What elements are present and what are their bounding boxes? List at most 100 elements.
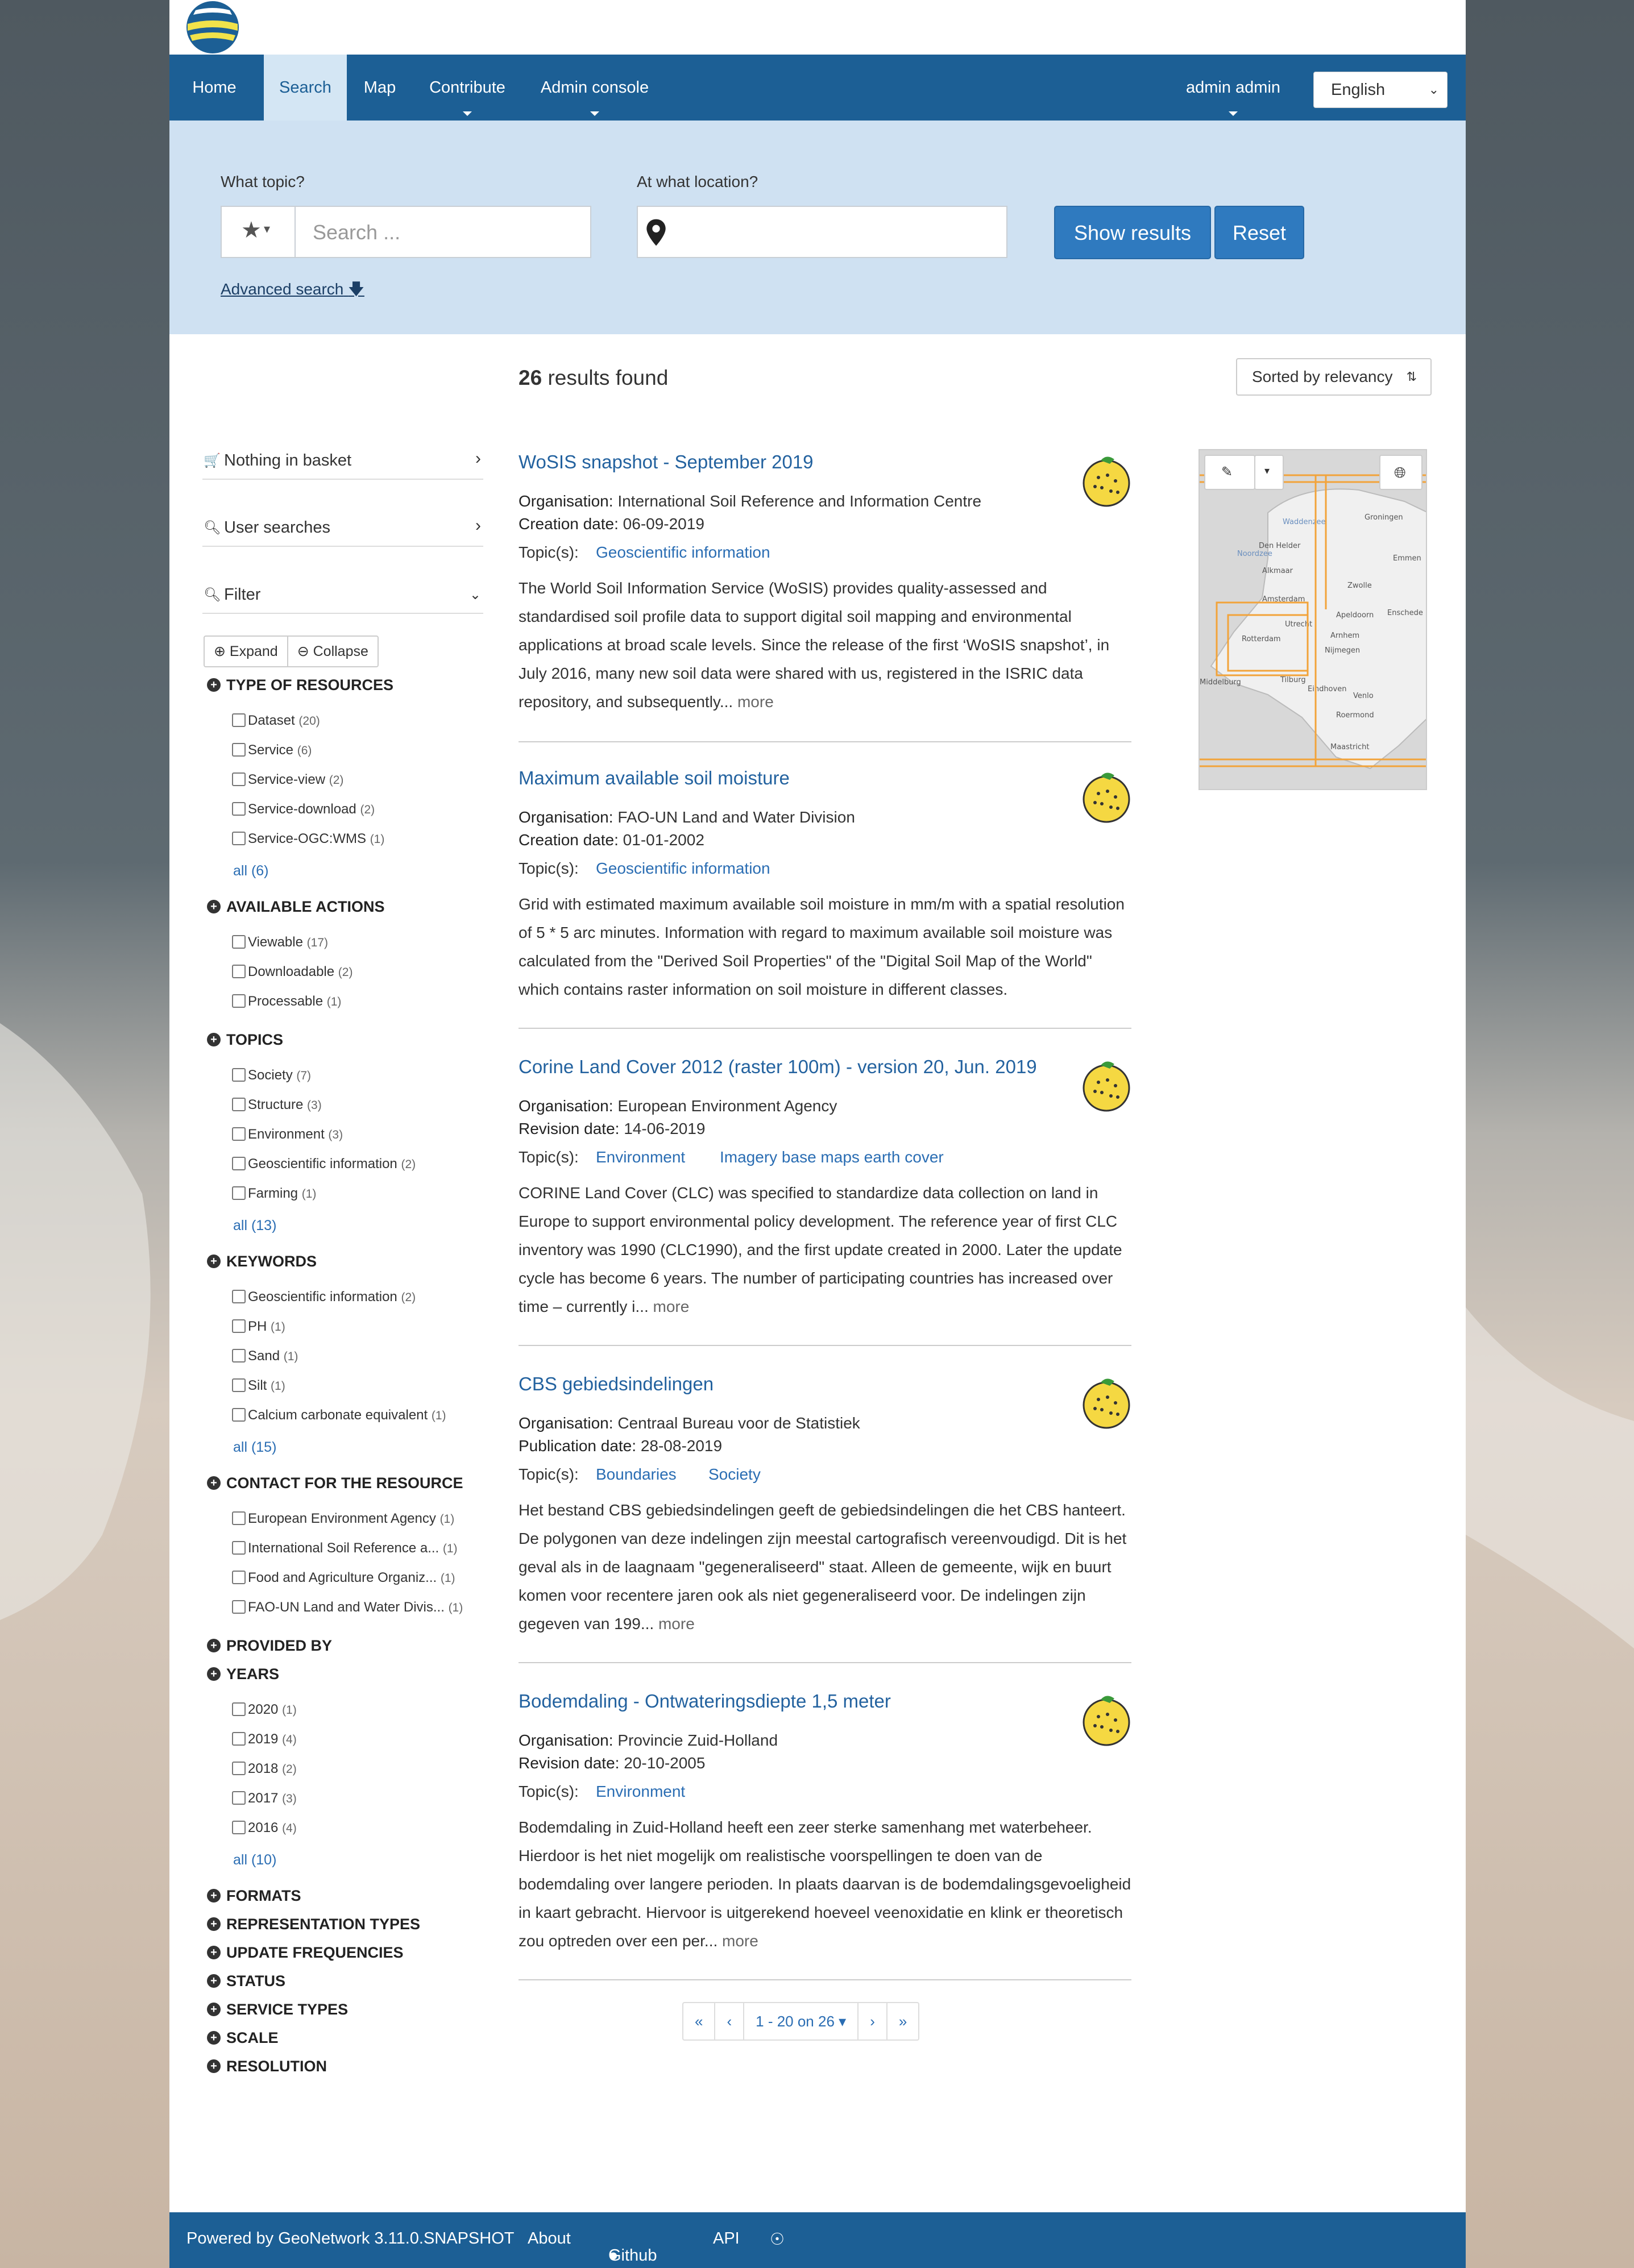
facet-item[interactable]: Geoscientific information (2) — [232, 1156, 416, 1172]
result-title[interactable]: Corine Land Cover 2012 (raster 100m) - v… — [519, 1056, 1037, 1078]
facet-type-all-link[interactable]: all (6) — [233, 863, 269, 879]
facet-item[interactable]: Downloadable (2) — [232, 964, 352, 980]
checkbox[interactable] — [232, 1407, 246, 1422]
facet-keywords-header[interactable]: + KEYWORDS — [207, 1253, 317, 1270]
facet-item[interactable]: Viewable (17) — [232, 934, 328, 950]
facet-actions-header[interactable]: + AVAILABLE ACTIONS — [207, 898, 385, 916]
nav-contribute[interactable]: Contribute — [429, 55, 506, 121]
checkbox[interactable] — [232, 1791, 246, 1805]
draw-options-button[interactable]: ▾ — [1254, 455, 1284, 490]
facet-resolution-header[interactable]: + RESOLUTION — [207, 2058, 327, 2075]
nav-admin-console[interactable]: Admin console — [540, 55, 649, 121]
favorites-dropdown[interactable]: ★ ▾ — [221, 206, 296, 258]
facet-item[interactable]: Processable (1) — [232, 994, 341, 1010]
result-title[interactable]: Maximum available soil moisture — [519, 767, 790, 789]
checkbox[interactable] — [232, 713, 246, 727]
facet-formats-header[interactable]: + FORMATS — [207, 1887, 301, 1905]
facet-item[interactable]: Service-view (2) — [232, 772, 343, 788]
map-preview[interactable]: Waddenzee Groningen Den Helder Noordzee … — [1198, 449, 1427, 790]
facet-item[interactable]: European Environment Agency (1) — [232, 1511, 454, 1527]
facet-keywords-all-link[interactable]: all (15) — [233, 1439, 276, 1456]
facet-provided-by-header[interactable]: + PROVIDED BY — [207, 1637, 332, 1655]
facet-item[interactable]: 2016 (4) — [232, 1820, 297, 1836]
facet-years-header[interactable]: + YEARS — [207, 1665, 279, 1683]
checkbox[interactable] — [232, 994, 246, 1008]
checkbox[interactable] — [232, 1511, 246, 1525]
facet-service-types-header[interactable]: + SERVICE TYPES — [207, 2001, 348, 2018]
facet-item[interactable]: International Soil Reference a... (1) — [232, 1540, 458, 1556]
checkbox[interactable] — [232, 772, 246, 786]
rss-icon[interactable]: ☉ — [770, 2229, 785, 2249]
checkbox[interactable] — [232, 1097, 246, 1111]
facet-item[interactable]: Service-download (2) — [232, 801, 375, 817]
checkbox[interactable] — [232, 1067, 246, 1082]
pagination-first[interactable]: « — [683, 2003, 714, 2039]
facet-item[interactable]: Dataset (20) — [232, 713, 320, 729]
sort-dropdown[interactable]: Sorted by relevancy ⇅ — [1236, 358, 1432, 396]
result-thumbnail[interactable] — [1081, 1690, 1131, 1747]
facet-representation-types-header[interactable]: + REPRESENTATION TYPES — [207, 1916, 420, 1933]
footer-api-link[interactable]: API — [713, 2229, 740, 2248]
user-searches-row[interactable]: 🔍︎ User searches › — [202, 513, 483, 547]
more-link[interactable]: more — [658, 1615, 695, 1633]
checkbox[interactable] — [232, 1319, 246, 1333]
facet-status-header[interactable]: + STATUS — [207, 1972, 285, 1990]
result-title[interactable]: WoSIS snapshot - September 2019 — [519, 451, 814, 473]
facet-item[interactable]: Society (7) — [232, 1067, 311, 1083]
checkbox[interactable] — [232, 1348, 246, 1363]
collapse-button[interactable]: ⊖ Collapse — [287, 637, 378, 666]
checkbox[interactable] — [232, 742, 246, 757]
facet-item[interactable]: 2019 (4) — [232, 1731, 297, 1747]
filter-row[interactable]: 🔍︎ Filter ⌄ — [202, 580, 483, 614]
topic-link[interactable]: Environment — [596, 1148, 685, 1166]
topic-link[interactable]: Boundaries — [596, 1465, 677, 1484]
pagination-last[interactable]: » — [886, 2003, 918, 2039]
result-title[interactable]: CBS gebiedsindelingen — [519, 1373, 714, 1395]
result-thumbnail[interactable] — [1081, 1056, 1131, 1113]
user-menu[interactable]: admin admin — [1183, 55, 1284, 121]
checkbox[interactable] — [232, 1820, 246, 1834]
result-thumbnail[interactable] — [1081, 767, 1131, 824]
facet-item[interactable]: Silt (1) — [232, 1378, 285, 1394]
facet-item[interactable]: Structure (3) — [232, 1097, 322, 1113]
facet-topics-header[interactable]: + TOPICS — [207, 1031, 283, 1049]
nav-map[interactable]: Map — [363, 55, 397, 121]
topic-link[interactable]: Imagery base maps earth cover — [720, 1148, 944, 1166]
expand-button[interactable]: ⊕ Expand — [205, 637, 287, 666]
checkbox[interactable] — [232, 934, 246, 949]
more-link[interactable]: more — [653, 1298, 690, 1315]
topic-link[interactable]: Geoscientific information — [596, 859, 770, 878]
draw-button[interactable]: ✎ — [1204, 455, 1255, 490]
facet-item[interactable]: Service (6) — [232, 742, 312, 758]
checkbox[interactable] — [232, 1540, 246, 1555]
facet-update-frequencies-header[interactable]: + UPDATE FREQUENCIES — [207, 1944, 404, 1962]
checkbox[interactable] — [232, 1731, 246, 1746]
facet-item[interactable]: Food and Agriculture Organiz... (1) — [232, 1570, 455, 1586]
checkbox[interactable] — [232, 1289, 246, 1303]
advanced-search-link[interactable]: Advanced search 🡇 — [221, 277, 364, 305]
checkbox[interactable] — [232, 964, 246, 978]
pagination-prev[interactable]: ‹ — [714, 2003, 743, 2039]
checkbox[interactable] — [232, 1570, 246, 1584]
nav-home[interactable]: Home — [186, 55, 242, 121]
catalog-logo[interactable] — [184, 0, 241, 53]
facet-type-header[interactable]: + TYPE OF RESOURCES — [207, 676, 393, 694]
facet-years-all-link[interactable]: all (10) — [233, 1852, 276, 1868]
nav-search[interactable]: Search — [264, 55, 347, 121]
location-input[interactable] — [637, 206, 1007, 258]
checkbox[interactable] — [232, 1600, 246, 1614]
topic-link[interactable]: Society — [708, 1465, 761, 1484]
result-thumbnail[interactable] — [1081, 1373, 1131, 1430]
footer-powered-link[interactable]: Powered by GeoNetwork 3.11.0.SNAPSHOT — [186, 2229, 515, 2248]
facet-item[interactable]: Farming (1) — [232, 1186, 316, 1202]
checkbox[interactable] — [232, 801, 246, 816]
facet-item[interactable]: Environment (3) — [232, 1127, 343, 1143]
facet-item[interactable]: 2017 (3) — [232, 1791, 297, 1806]
show-results-button[interactable]: Show results — [1054, 206, 1211, 259]
pagination-next[interactable]: › — [857, 2003, 886, 2039]
facet-contact-header[interactable]: + CONTACT FOR THE RESOURCE — [207, 1474, 463, 1492]
topic-link[interactable]: Geoscientific information — [596, 543, 770, 562]
footer-about-link[interactable]: About — [528, 2229, 571, 2248]
facet-item[interactable]: Calcium carbonate equivalent (1) — [232, 1407, 446, 1423]
facet-item[interactable]: PH (1) — [232, 1319, 285, 1335]
